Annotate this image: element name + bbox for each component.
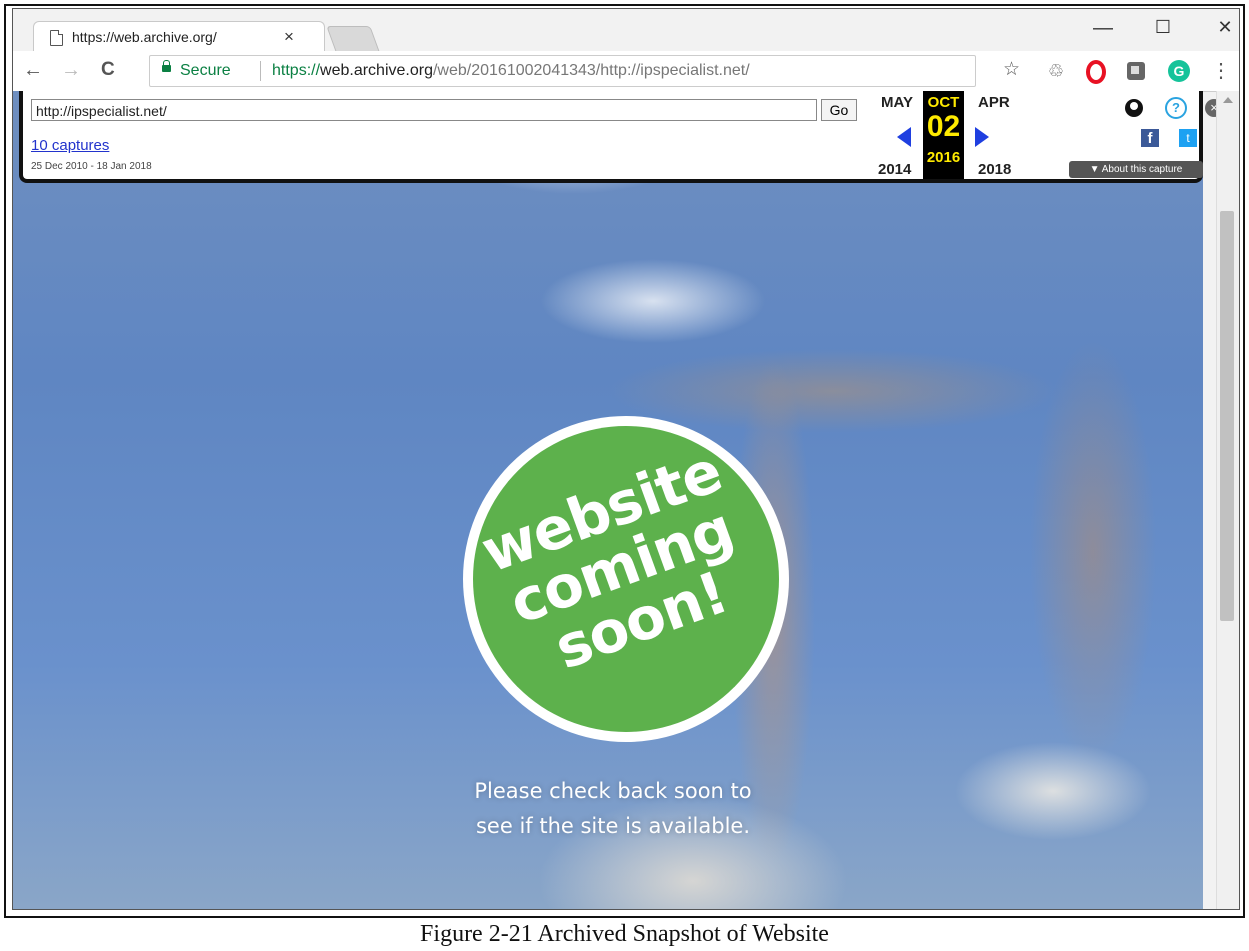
box-extension-icon[interactable]: [1127, 62, 1145, 80]
wayback-url-input[interactable]: http://ipspecialist.net/: [31, 99, 817, 121]
message-line: Please check back soon to: [474, 779, 752, 803]
captures-link[interactable]: 10 captures: [31, 137, 109, 154]
badge-circle: website coming soon!: [473, 426, 779, 732]
url-scheme: https://: [272, 62, 321, 79]
address-bar[interactable]: Secure https://web.archive.org/web/20161…: [149, 55, 976, 87]
new-tab-button[interactable]: [326, 26, 380, 52]
scroll-up-arrow-icon[interactable]: [1223, 97, 1233, 103]
grammarly-extension-icon[interactable]: G: [1168, 60, 1190, 82]
recycle-extension-icon[interactable]: ♲: [1045, 60, 1067, 82]
minimize-button[interactable]: —: [1083, 17, 1123, 40]
twitter-icon[interactable]: t: [1179, 129, 1197, 147]
url-path: /web/20161002041343/http://ipspecialist.…: [432, 62, 750, 79]
current-capture-date: OCT 02 2016: [923, 91, 964, 179]
coming-soon-badge: website coming soon!: [463, 416, 789, 742]
opera-extension-icon[interactable]: [1086, 60, 1106, 84]
figure-caption: Figure 2-21 Archived Snapshot of Website: [420, 921, 829, 947]
back-button[interactable]: ←: [23, 59, 43, 82]
browser-menu-icon[interactable]: ⋮: [1211, 58, 1231, 83]
about-capture-button[interactable]: ▼ About this capture: [1069, 161, 1203, 178]
facebook-icon[interactable]: f: [1141, 129, 1159, 147]
bookmark-star-icon[interactable]: ☆: [1003, 58, 1020, 81]
help-icon[interactable]: ?: [1165, 97, 1187, 119]
scroll-thumb[interactable]: [1220, 211, 1234, 621]
next-capture-arrow-icon[interactable]: [975, 127, 989, 147]
secure-label: Secure: [180, 62, 231, 79]
screenshot-frame: https://web.archive.org/ × — ☐ ✕ ← → C S…: [4, 4, 1245, 918]
browser-tab[interactable]: https://web.archive.org/ ×: [33, 21, 325, 54]
browser-window: https://web.archive.org/ × — ☐ ✕ ← → C S…: [12, 8, 1240, 910]
window-close-button[interactable]: ✕: [1205, 17, 1239, 38]
forward-button[interactable]: →: [61, 59, 81, 82]
message-line: see if the site is available.: [475, 814, 750, 838]
tab-title: https://web.archive.org/: [72, 29, 217, 45]
current-month: OCT: [927, 94, 960, 111]
url-host: web.archive.org: [320, 62, 433, 79]
lock-icon: [162, 60, 171, 72]
prev-year[interactable]: 2014: [878, 161, 911, 178]
page-scrollbar[interactable]: [1216, 91, 1239, 909]
url-text: https://web.archive.org/web/201610020413…: [272, 62, 750, 80]
prev-capture-arrow-icon[interactable]: [897, 127, 911, 147]
omnibox-divider: [260, 61, 261, 81]
browser-toolbar: ← → C Secure https://web.archive.org/web…: [13, 51, 1239, 92]
current-day: 02: [926, 110, 961, 143]
capture-date-range: 25 Dec 2010 - 18 Jan 2018: [31, 161, 152, 172]
prev-month[interactable]: MAY: [881, 94, 913, 111]
wayback-toolbar: http://ipspecialist.net/ Go 10 captures …: [19, 91, 1223, 183]
next-year[interactable]: 2018: [978, 161, 1011, 178]
tab-close-icon[interactable]: ×: [284, 27, 294, 47]
next-month[interactable]: APR: [978, 94, 1010, 111]
reload-button[interactable]: C: [101, 59, 115, 81]
document-icon: [50, 30, 63, 46]
user-icon[interactable]: [1125, 99, 1143, 117]
current-year: 2016: [926, 149, 961, 166]
page-viewport: http://ipspecialist.net/ Go 10 captures …: [13, 91, 1239, 909]
maximize-button[interactable]: ☐: [1143, 17, 1183, 38]
tab-strip: https://web.archive.org/ × — ☐ ✕: [13, 9, 1239, 54]
wayback-go-button[interactable]: Go: [821, 99, 857, 121]
